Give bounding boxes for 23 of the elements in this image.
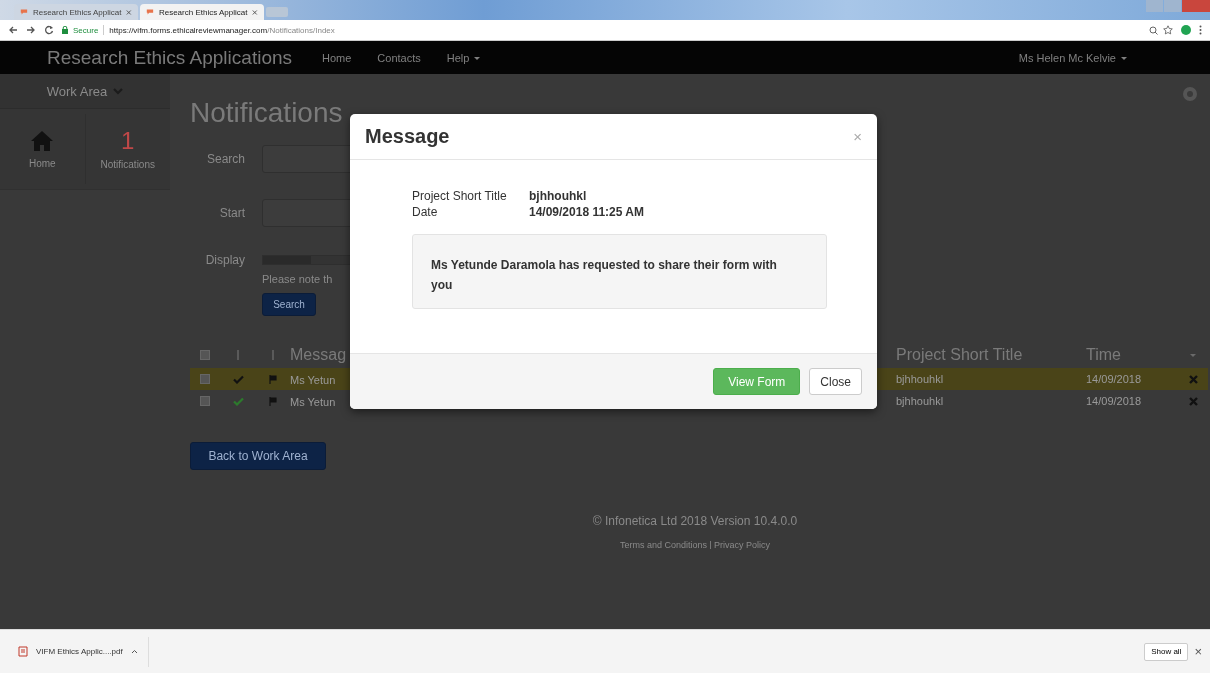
- table-cell: Ms Yetun: [290, 396, 336, 408]
- field-label: Display: [204, 253, 246, 267]
- table-cell-text: bjhhouhkl: [896, 373, 945, 385]
- table-cell-text: 14/09/2018: [1086, 373, 1143, 385]
- dialog-title: Message: [365, 125, 450, 148]
- secure-label: Secure: [73, 25, 99, 35]
- table-cell-text: 14/09/2018: [1086, 395, 1143, 407]
- url-text: https://vifm.forms.ethicalreviewmanager.com/Notifications/Index: [109, 25, 335, 35]
- message-text: Ms Yetunde Daramola has requested to share their form with you: [412, 234, 827, 309]
- page-title: Notifications: [190, 97, 344, 129]
- table-cell: Ms Yetun: [290, 374, 336, 386]
- field-value: 14/09/2018 11:25 AM: [529, 204, 644, 220]
- field-label: Search: [205, 152, 246, 166]
- copyright-text: © Infonetica Ltd 2018 Version 10.4.0.0: [592, 514, 798, 528]
- field-label: Start: [218, 206, 246, 220]
- notification-count: 1: [121, 128, 135, 153]
- field-label: Date: [412, 204, 439, 220]
- tile-label: Home: [28, 157, 56, 169]
- table-cell-text: bjhhouhkl: [896, 395, 945, 407]
- tile-label: Notifications: [100, 158, 155, 170]
- field-label: Project Short Title: [412, 188, 508, 204]
- note-text: Please note th: [262, 273, 333, 285]
- field-value: bjhhouhkl: [529, 188, 587, 204]
